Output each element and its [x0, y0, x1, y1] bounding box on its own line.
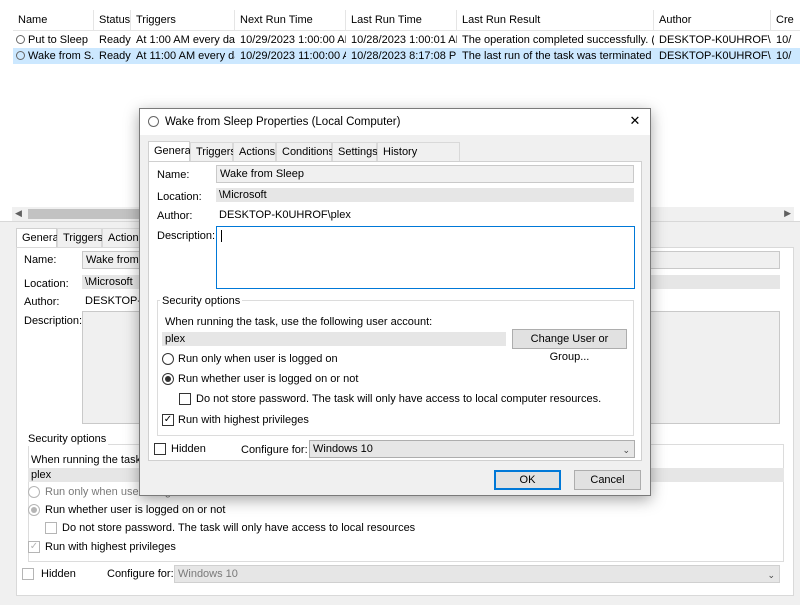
task-last-run: 10/28/2023 1:00:01 AM [351, 34, 457, 46]
close-icon[interactable]: ✕ [624, 111, 646, 131]
highest-privileges-checkbox[interactable]: ✓ [162, 414, 174, 426]
name-field[interactable]: Wake from Sleep [216, 165, 634, 183]
description-label: Description: [157, 230, 216, 242]
tab-actions[interactable]: Actions [233, 142, 276, 162]
highest-privileges-checkbox[interactable]: ✓ [28, 541, 40, 553]
column-header-next-run[interactable]: Next Run Time [235, 10, 346, 31]
scroll-right-icon[interactable]: ▶ [784, 208, 791, 219]
tab-conditions[interactable]: Conditions [276, 142, 334, 162]
configure-for-value: Windows 10 [313, 443, 373, 455]
task-name-cell: Put to Sleep [13, 32, 94, 48]
task-created: 10/ [776, 50, 792, 62]
configure-for-dropdown[interactable]: Windows 10 ⌄ [174, 565, 780, 583]
task-triggers: At 1:00 AM every day [136, 34, 235, 46]
task-result: The operation completed successfully. (0… [462, 34, 654, 46]
column-header-created[interactable]: Cre [771, 10, 800, 31]
task-status: Ready [99, 34, 131, 46]
configure-for-label: Configure for: [241, 444, 308, 456]
author-label: Author: [24, 296, 60, 308]
do-not-store-password-label: Do not store password. The task will onl… [196, 393, 602, 405]
highest-privileges-label: Run with highest privileges [45, 541, 176, 553]
configure-for-label: Configure for: [107, 568, 174, 580]
run-only-logged-on-radio[interactable] [162, 353, 174, 365]
table-row[interactable]: Put to Sleep Ready At 1:00 AM every day … [13, 32, 800, 48]
tab-triggers[interactable]: Triggers [190, 142, 236, 162]
description-field[interactable] [216, 226, 635, 289]
configure-for-value: Windows 10 [178, 568, 238, 580]
run-whether-logged-on-label: Run whether user is logged on or not [45, 504, 226, 516]
do-not-store-password-label: Do not store password. The task will onl… [62, 522, 416, 534]
location-value: \Microsoft [216, 188, 634, 202]
author-value: DESKTOP-K0UHROF\plex [219, 209, 351, 221]
configure-for-dropdown[interactable]: Windows 10 ⌄ [309, 440, 635, 458]
name-label: Name: [157, 169, 190, 181]
tab-triggers[interactable]: Triggers [57, 228, 103, 248]
task-status: Ready [99, 50, 131, 62]
location-label: Location: [24, 278, 69, 290]
hidden-label: Hidden [41, 568, 76, 580]
do-not-store-password-checkbox[interactable] [45, 522, 57, 534]
cancel-button[interactable]: Cancel [574, 470, 641, 490]
location-label: Location: [157, 191, 202, 203]
task-icon [16, 35, 25, 44]
running-as-text: When running the task, u [31, 454, 154, 466]
task-author: DESKTOP-K0UHROF\plex [659, 50, 771, 62]
author-label: Author: [157, 210, 193, 222]
column-header-status[interactable]: Status [94, 10, 131, 31]
task-author: DESKTOP-K0UHROF\plex [659, 34, 771, 46]
column-header-name[interactable]: Name [13, 10, 94, 31]
description-label: Description: [24, 315, 83, 327]
dialog-title: Wake from Sleep Properties (Local Comput… [165, 116, 401, 128]
column-header-last-result[interactable]: Last Run Result [457, 10, 654, 31]
tab-general[interactable]: General [16, 228, 61, 248]
running-as-text: When running the task, use the following… [165, 316, 433, 328]
task-last-run: 10/28/2023 8:17:08 PM [351, 50, 457, 62]
task-next-run: 10/29/2023 1:00:00 AM [240, 34, 346, 46]
dialog-titlebar[interactable]: Wake from Sleep Properties (Local Comput… [140, 109, 650, 135]
task-name-cell: Wake from S... [13, 48, 94, 64]
security-options-title: Security options [160, 294, 243, 308]
tab-general[interactable]: General [148, 141, 193, 162]
tab-settings[interactable]: Settings [332, 142, 378, 162]
do-not-store-password-checkbox[interactable] [179, 393, 191, 405]
column-header-triggers[interactable]: Triggers [131, 10, 235, 31]
change-user-button[interactable]: Change User or Group... [512, 329, 627, 363]
text-cursor [221, 230, 222, 242]
highest-privileges-label: Run with highest privileges [178, 414, 309, 426]
run-whether-logged-on-radio[interactable] [28, 504, 40, 516]
chevron-down-icon: ⌄ [767, 570, 775, 580]
column-header-last-run[interactable]: Last Run Time [346, 10, 457, 31]
run-only-logged-on-label: Run only when user is logged on [178, 353, 338, 365]
table-row-selected[interactable]: Wake from S... Ready At 11:00 AM every d… [13, 48, 800, 64]
task-triggers: At 11:00 AM every day [136, 50, 235, 62]
task-created: 10/ [776, 34, 792, 46]
task-result: The last run of the task was terminated … [462, 50, 654, 62]
run-whether-logged-on-radio[interactable] [162, 373, 174, 385]
tab-history[interactable]: History (disabled) [377, 142, 460, 176]
scroll-left-icon[interactable]: ◀ [15, 208, 22, 219]
clock-icon [148, 116, 159, 127]
chevron-down-icon: ⌄ [622, 445, 630, 455]
task-icon [16, 51, 25, 60]
run-whether-logged-on-label: Run whether user is logged on or not [178, 373, 359, 385]
properties-dialog: Wake from Sleep Properties (Local Comput… [139, 108, 651, 496]
hidden-checkbox[interactable] [22, 568, 34, 580]
task-next-run: 10/29/2023 11:00:00 AM [240, 50, 346, 62]
column-header-author[interactable]: Author [654, 10, 771, 31]
ok-button[interactable]: OK [494, 470, 561, 490]
run-only-logged-on-radio[interactable] [28, 486, 40, 498]
hidden-label: Hidden [171, 443, 206, 455]
security-options-title: Security options [26, 432, 109, 446]
user-account-value: plex [162, 332, 506, 346]
hidden-checkbox[interactable] [154, 443, 166, 455]
name-label: Name: [24, 254, 57, 266]
